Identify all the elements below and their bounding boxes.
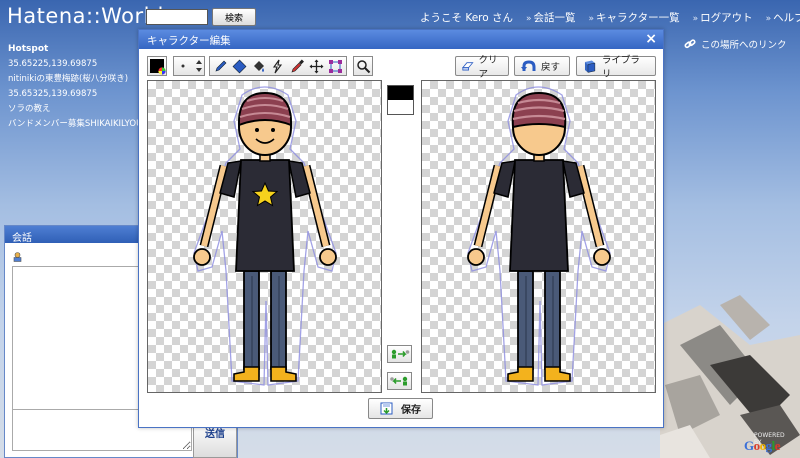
app-logo[interactable]: Hatena::World [7,4,164,28]
canvas-back[interactable] [421,80,656,393]
hotspot-item[interactable]: nitinikiの東豊梅跡(桜八分咲き) [8,72,138,87]
hotspot-item[interactable]: バンドメンバー募集SHIKAIKILYOU [8,117,138,132]
left-hand [193,248,211,266]
link-to-here-label[interactable]: この場所へのリンク [701,37,787,51]
book-icon [584,60,596,73]
right-hand [319,248,337,266]
nav-characters[interactable]: » キャラクター一覧 [589,10,680,25]
pen-icon[interactable] [213,59,228,74]
right-shoe [270,366,297,382]
chevron-right-icon: » [765,14,772,24]
nav-characters-label[interactable]: キャラクター一覧 [596,12,680,24]
user-icon [13,252,22,262]
chevron-right-icon: » [588,14,595,24]
nav-logout[interactable]: » ログアウト [693,10,753,25]
hotspot-title: Hotspot [8,44,49,54]
top-nav: ようこそ Kero さん » 会話一覧 » キャラクター一覧 » ログアウト » ヘルプ [420,10,800,25]
chevron-right-icon: » [526,14,532,24]
left-eye [255,128,259,132]
left-shoe [233,366,260,382]
color-picker[interactable] [147,56,167,76]
hotspot-list: Hotspot 35.65225,139.69875 nitinikiの東豊梅跡… [8,42,138,132]
nav-welcome: ようこそ Kero さん [420,12,514,24]
nav-help[interactable]: » ヘルプ [766,10,800,25]
character-back [467,86,611,386]
character-edit-dialog: キャラクター編集 × クリア 戻す ライブラリ 保存 [138,29,664,428]
hotspot-item[interactable]: 35.65325,139.69875 [8,87,138,102]
copy-left-icon [390,376,408,386]
brush-size-stepper[interactable] [173,56,205,76]
undo-button[interactable]: 戻す [514,56,570,76]
canvas-front[interactable] [147,80,382,393]
link-chain-icon [684,39,696,49]
undo-arrow-icon [521,59,536,71]
nav-conversations-label[interactable]: 会話一覧 [534,12,576,24]
primary-color[interactable] [388,86,413,100]
left-shoe [507,366,534,382]
secondary-color[interactable] [388,100,413,114]
character-front [193,86,337,386]
dialog-title: キャラクター編集 [147,35,231,47]
library-button-label: ライブラリ [601,55,640,80]
copy-to-back-button[interactable] [387,345,412,363]
link-to-here[interactable]: この場所へのリンク [684,37,787,51]
torso [509,159,569,272]
color-swatch[interactable] [387,85,414,115]
brush-dot-icon [181,64,185,68]
torso [235,159,295,272]
nav-conversations[interactable]: » 会話一覧 [526,10,576,25]
left-hand [467,248,485,266]
clear-button[interactable]: クリア [455,55,509,80]
close-icon[interactable]: × [645,31,657,47]
right-shoe [544,366,571,382]
library-button[interactable]: ライブラリ [576,55,656,80]
chat-log[interactable] [12,266,140,432]
hotspot-item[interactable]: ソラの教え [8,102,138,117]
clear-button-label: クリア [478,55,498,80]
copy-right-icon [391,349,410,359]
zoom-tool[interactable] [353,56,373,76]
save-button[interactable]: 保存 [368,398,433,419]
magnifier-icon [357,60,371,74]
search-button[interactable]: 検索 [212,8,256,26]
stepper-arrows-icon[interactable] [195,58,203,74]
move-icon[interactable] [309,59,324,74]
transform-icon[interactable] [328,59,343,74]
dialog-titlebar[interactable]: キャラクター編集 × [139,30,663,49]
drawing-tools [209,56,347,76]
fill-diamond-icon[interactable] [232,59,247,74]
right-hand [593,248,611,266]
save-button-label: 保存 [401,405,421,416]
color-wheel-icon [158,67,166,75]
google-wordmark: Google [744,438,781,453]
save-icon [380,402,393,415]
hotspot-item[interactable]: 35.65225,139.69875 [8,57,138,72]
nav-help-label[interactable]: ヘルプ [773,12,800,24]
eyedropper-icon[interactable] [290,59,305,74]
right-eye [271,128,275,132]
nav-logout-label[interactable]: ログアウト [700,12,753,24]
undo-button-label: 戻す [541,62,561,73]
lightning-icon[interactable] [270,59,285,74]
search-input[interactable] [146,9,208,25]
paint-bucket-icon[interactable] [251,59,266,74]
chevron-right-icon: » [692,14,699,24]
eraser-icon [462,62,474,71]
copy-to-front-button[interactable] [387,372,412,390]
